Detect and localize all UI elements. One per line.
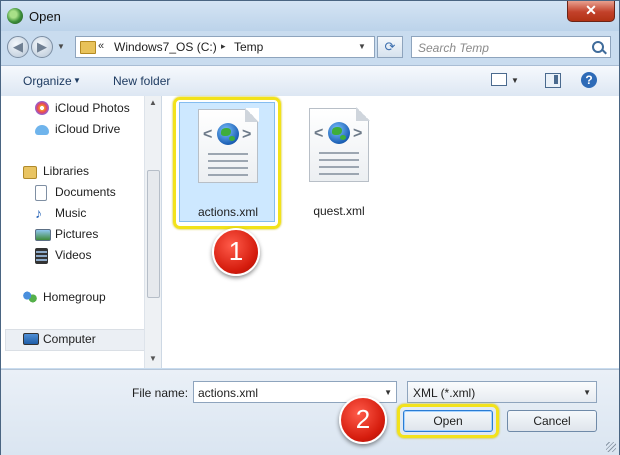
- breadcrumb-separator-icon[interactable]: ▸: [221, 41, 226, 52]
- file-name: quest.xml: [313, 204, 365, 218]
- navigation-scrollbar[interactable]: ▲ ▼: [144, 96, 161, 368]
- organize-button[interactable]: Organize: [23, 74, 72, 88]
- open-dialog: Open ✕ ◀ ▶ ▼ « Windows7_OS (C:) ▸ Temp ▼…: [0, 0, 620, 455]
- cancel-button[interactable]: Cancel: [507, 410, 597, 432]
- step1-badge: 1: [212, 228, 260, 276]
- xml-file-icon: < >: [309, 107, 370, 182]
- scrollbar-thumb[interactable]: [147, 170, 160, 298]
- file-type-value: XML (*.xml): [413, 386, 476, 400]
- forward-button[interactable]: ▶: [31, 36, 53, 58]
- new-folder-button[interactable]: New folder: [113, 74, 170, 88]
- address-row: ◀ ▶ ▼ « Windows7_OS (C:) ▸ Temp ▼ ⟳ Sear…: [1, 31, 619, 63]
- search-placeholder: Search Temp: [418, 41, 489, 55]
- documents-icon: [35, 185, 47, 201]
- search-icon: [592, 41, 604, 53]
- file-type-dropdown-icon[interactable]: ▼: [583, 388, 591, 397]
- refresh-icon: ⟳: [384, 39, 396, 54]
- file-list: < > actions.xml < > quest.xml 1: [162, 96, 619, 368]
- resize-grip-icon[interactable]: [606, 442, 616, 452]
- computer-icon: [23, 333, 39, 345]
- pictures-icon: [35, 229, 51, 241]
- organize-dropdown-icon[interactable]: ▼: [73, 76, 81, 85]
- file-type-select[interactable]: XML (*.xml) ▼: [407, 381, 597, 403]
- app-icon: [7, 8, 23, 24]
- videos-icon: [35, 248, 48, 264]
- search-input[interactable]: Search Temp: [411, 36, 611, 58]
- breadcrumb-overflow-chevron[interactable]: «: [98, 40, 104, 52]
- folder-icon: [80, 41, 96, 54]
- command-bar: Organize ▼ New folder ▼ ?: [1, 65, 619, 97]
- scroll-up-icon[interactable]: ▲: [149, 98, 157, 107]
- homegroup-icon: [23, 290, 37, 304]
- refresh-button[interactable]: ⟳: [377, 36, 403, 58]
- dialog-footer: File name: actions.xml ▼ XML (*.xml) ▼ O…: [1, 369, 619, 455]
- file-item-quest[interactable]: < > quest.xml: [291, 102, 387, 222]
- navigation-pane: iCloud Photos iCloud Drive Libraries Doc…: [1, 96, 162, 368]
- recent-locations-dropdown-icon[interactable]: ▼: [57, 42, 65, 51]
- close-button[interactable]: ✕: [567, 1, 615, 22]
- step2-highlight: [397, 404, 499, 438]
- file-name-label: File name:: [132, 386, 189, 400]
- icloud-photos-icon: [35, 101, 49, 115]
- back-button[interactable]: ◀: [7, 36, 29, 58]
- step1-highlight: [173, 97, 281, 229]
- libraries-icon: [23, 166, 37, 179]
- preview-pane-icon[interactable]: [545, 73, 561, 88]
- help-icon[interactable]: ?: [581, 72, 597, 88]
- address-dropdown-icon[interactable]: ▼: [358, 42, 366, 51]
- view-dropdown-icon[interactable]: ▼: [511, 76, 519, 85]
- scroll-down-icon[interactable]: ▼: [149, 354, 157, 363]
- icloud-drive-icon: [35, 125, 49, 135]
- file-name-value: actions.xml: [198, 386, 259, 400]
- music-icon: ♪: [35, 205, 42, 221]
- window-title: Open: [29, 9, 61, 24]
- title-bar: Open ✕: [1, 1, 619, 31]
- step2-badge: 2: [339, 396, 387, 444]
- file-name-dropdown-icon[interactable]: ▼: [384, 388, 392, 397]
- breadcrumb-folder[interactable]: Temp: [234, 40, 263, 54]
- breadcrumb-drive[interactable]: Windows7_OS (C:): [114, 40, 217, 54]
- address-bar[interactable]: « Windows7_OS (C:) ▸ Temp ▼: [75, 36, 375, 58]
- change-view-icon[interactable]: [491, 73, 507, 86]
